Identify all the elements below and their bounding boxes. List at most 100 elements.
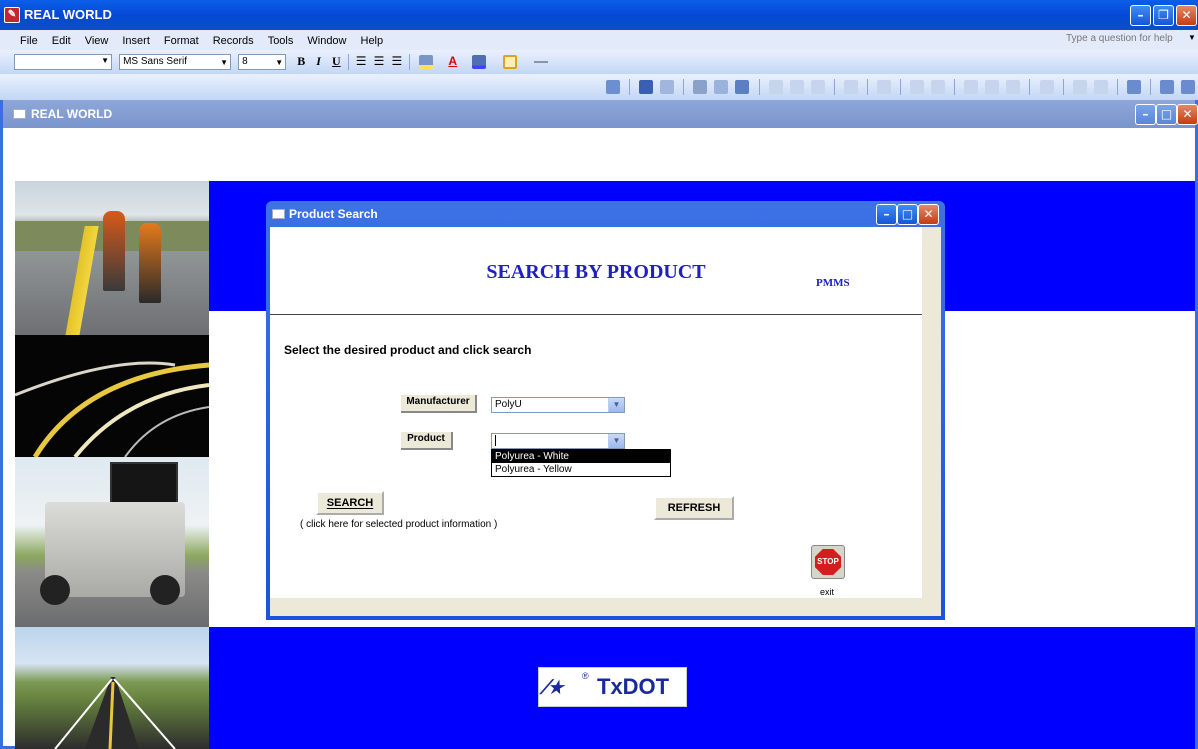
help-search-input[interactable]: Type a question for help: [1066, 33, 1184, 48]
product-value: [495, 434, 496, 446]
mdi-title-bar: REAL WORLD – □ ✕: [3, 100, 1198, 128]
save-icon[interactable]: [639, 80, 654, 94]
menu-bar: File Edit View Insert Format Records Tools Wind…: [0, 30, 1198, 50]
chevron-down-icon[interactable]: ▼: [608, 398, 624, 412]
dialog-close-button[interactable]: ✕: [918, 204, 939, 225]
form-toolbar: [0, 74, 1198, 100]
menu-records[interactable]: Records: [213, 35, 254, 47]
stop-icon[interactable]: STOP: [811, 545, 845, 579]
product-label: Product: [401, 432, 453, 450]
app-title: REAL WORLD: [24, 7, 112, 22]
search-hint: ( click here for selected product inform…: [300, 519, 498, 530]
mdi-close-button[interactable]: ✕: [1177, 104, 1198, 125]
txdot-logo-text: TxDOT: [597, 674, 670, 699]
delete-record-icon[interactable]: [1093, 80, 1108, 94]
menu-insert[interactable]: Insert: [122, 35, 150, 47]
dialog-minimize-button[interactable]: –: [876, 204, 897, 225]
undo-icon[interactable]: [843, 80, 858, 94]
menu-format[interactable]: Format: [164, 35, 199, 47]
print-preview-icon[interactable]: [714, 80, 729, 94]
align-right-icon[interactable]: ☰: [391, 54, 402, 70]
night-road-photo: [15, 335, 209, 457]
exit-label: exit: [820, 587, 835, 597]
mdi-title: REAL WORLD: [31, 107, 113, 121]
mdi-window: REAL WORLD – □ ✕ ⁄★ ® TxDOT Product Sear…: [0, 100, 1198, 749]
app-close-button[interactable]: ✕: [1176, 5, 1197, 26]
menu-view[interactable]: View: [85, 35, 109, 47]
stop-sign: STOP: [815, 549, 841, 575]
stop-label: STOP: [817, 557, 839, 566]
size-select[interactable]: 8 ▼: [238, 54, 287, 70]
txdot-logo: ⁄★ ® TxDOT: [538, 667, 687, 707]
object-select[interactable]: ▼: [14, 54, 112, 70]
manufacturer-label: Manufacturer: [401, 395, 477, 413]
new-object-icon[interactable]: [1181, 80, 1195, 94]
properties-icon[interactable]: [1126, 80, 1141, 94]
manufacturer-value: PolyU: [495, 399, 522, 410]
menu-help[interactable]: Help: [361, 35, 384, 47]
txdot-registered-mark: ®: [582, 671, 589, 681]
help-dropdown-icon[interactable]: ▼: [1188, 33, 1196, 42]
find-icon[interactable]: [1039, 80, 1054, 94]
product-select[interactable]: ▼: [491, 433, 625, 449]
view-icon[interactable]: [606, 80, 620, 94]
form-icon: [13, 109, 26, 119]
dialog-title-bar: Product Search – □ ✕: [266, 201, 945, 227]
new-record-icon[interactable]: [1072, 80, 1087, 94]
txdot-star-icon: ⁄★: [541, 675, 570, 699]
dropdown-option-polyurea-yellow[interactable]: Polyurea - Yellow: [492, 463, 670, 476]
menu-tools[interactable]: Tools: [268, 35, 294, 47]
italic-button[interactable]: I: [316, 54, 321, 70]
filter-form-icon[interactable]: [985, 80, 1000, 94]
font-select[interactable]: MS Sans Serif ▼: [119, 54, 232, 70]
size-select-value: 8: [242, 56, 248, 67]
menu-edit[interactable]: Edit: [52, 35, 71, 47]
dialog-maximize-button[interactable]: □: [897, 204, 918, 225]
line-style-icon[interactable]: [534, 55, 549, 69]
fill-color-icon[interactable]: [419, 55, 434, 69]
font-color-button[interactable]: A: [448, 54, 457, 70]
access-app-icon: ✎: [4, 7, 20, 23]
mdi-minimize-button[interactable]: –: [1135, 104, 1156, 125]
app-restore-button[interactable]: ❐: [1153, 5, 1174, 26]
dropdown-option-polyurea-white[interactable]: Polyurea - White: [492, 450, 670, 463]
apply-filter-icon[interactable]: [1006, 80, 1021, 94]
manufacturer-select[interactable]: PolyU ▼: [491, 397, 625, 413]
search-file-icon[interactable]: [660, 80, 675, 94]
cut-icon[interactable]: [768, 80, 783, 94]
hyperlink-icon[interactable]: [876, 80, 891, 94]
copy-icon[interactable]: [789, 80, 804, 94]
mdi-maximize-button[interactable]: □: [1156, 104, 1177, 125]
dialog-form-area: SEARCH BY PRODUCT PMMS Select the desire…: [270, 227, 922, 598]
line-color-icon[interactable]: [472, 55, 487, 69]
pmms-label: PMMS: [816, 277, 850, 289]
sort-ascending-icon[interactable]: [910, 80, 925, 94]
border-icon[interactable]: [503, 55, 518, 69]
formatting-toolbar: ▼ MS Sans Serif ▼ 8 ▼ B I U ☰ ☰ ☰ A: [0, 50, 1198, 74]
refresh-button[interactable]: REFRESH: [654, 496, 734, 520]
filter-selection-icon[interactable]: [964, 80, 979, 94]
workers-photo: [15, 181, 209, 335]
paste-icon[interactable]: [810, 80, 825, 94]
align-center-icon[interactable]: ☰: [374, 54, 385, 70]
font-select-value: MS Sans Serif: [123, 56, 187, 67]
menu-window[interactable]: Window: [307, 35, 346, 47]
underline-button[interactable]: U: [332, 54, 341, 70]
search-button[interactable]: SEARCH: [316, 491, 384, 515]
database-window-icon[interactable]: [1159, 80, 1174, 94]
app-minimize-button[interactable]: –: [1130, 5, 1151, 26]
dialog-title: Product Search: [289, 207, 378, 221]
bold-button[interactable]: B: [297, 54, 305, 70]
spelling-icon[interactable]: [735, 80, 750, 94]
dialog-body: SEARCH BY PRODUCT PMMS Select the desire…: [270, 227, 941, 616]
app-title-bar: ✎ REAL WORLD – ❐ ✕: [0, 0, 1198, 30]
menu-file[interactable]: File: [20, 35, 38, 47]
bottom-blue-band: [209, 627, 1195, 749]
product-dropdown-list: Polyurea - White Polyurea - Yellow: [491, 449, 671, 477]
dialog-form-icon: [272, 209, 285, 219]
header-divider: [270, 314, 922, 315]
print-icon[interactable]: [693, 80, 708, 94]
align-left-icon[interactable]: ☰: [356, 54, 367, 70]
chevron-down-icon[interactable]: ▼: [608, 434, 624, 448]
sort-descending-icon[interactable]: [931, 80, 946, 94]
